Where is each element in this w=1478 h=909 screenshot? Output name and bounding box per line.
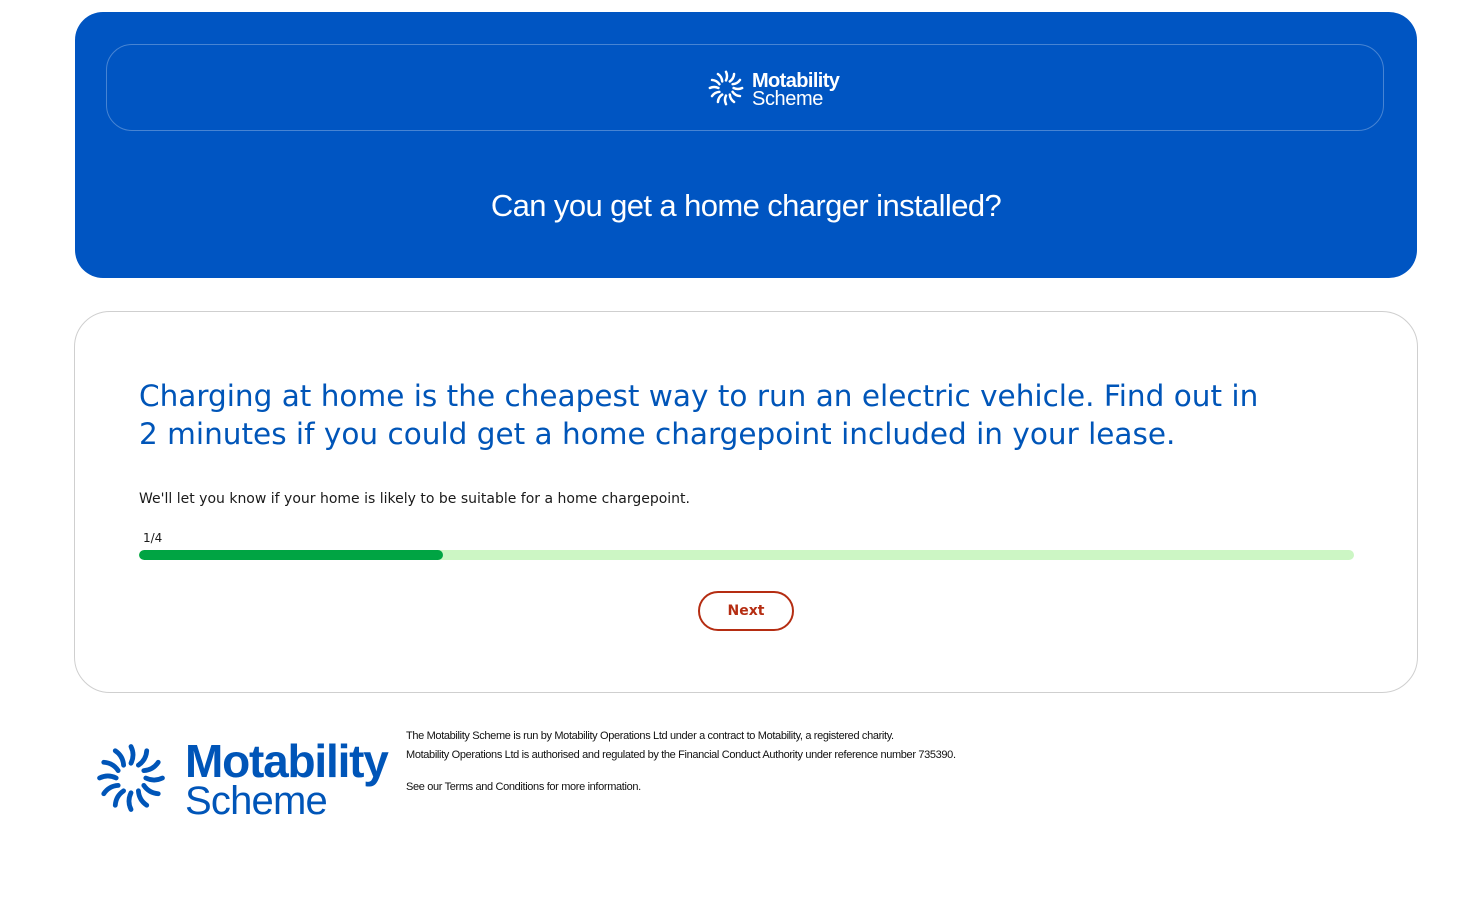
starburst-icon — [94, 741, 168, 819]
footer-logo-wordmark: Motability Scheme — [185, 735, 389, 823]
legal-line-3-suffix: for more information. — [546, 781, 641, 793]
logo-name-line2: Scheme — [752, 88, 823, 110]
hero-banner: Motability Scheme Can you get a home cha… — [75, 12, 1417, 278]
footer-legal: The Motability Scheme is run by Motabili… — [406, 727, 956, 797]
legal-line-1: The Motability Scheme is run by Motabili… — [406, 730, 894, 742]
footer-logo-line1: Motability — [185, 735, 389, 787]
footer-logo[interactable]: Motability Scheme — [94, 735, 389, 823]
footer-logo-line2: Scheme — [185, 779, 328, 823]
header-logo-bar: Motability Scheme — [106, 44, 1384, 131]
progress-bar-fill — [139, 550, 443, 560]
next-button[interactable]: Next — [698, 591, 794, 631]
question-card: Charging at home is the cheapest way to … — [74, 311, 1418, 693]
header-logo[interactable]: Motability Scheme — [707, 69, 840, 111]
progress-bar — [139, 550, 1354, 560]
card-subtext: We'll let you know if your home is likel… — [139, 491, 690, 507]
legal-line-3-prefix: See our — [406, 781, 443, 793]
header-logo-wordmark: Motability Scheme — [752, 71, 840, 110]
card-heading: Charging at home is the cheapest way to … — [139, 379, 1259, 451]
progress-label: 1/4 — [143, 531, 163, 545]
page-title: Can you get a home charger installed? — [490, 188, 1002, 223]
legal-line-2: Motability Operations Ltd is authorised … — [406, 749, 956, 761]
starburst-icon — [707, 69, 745, 111]
legal-line-3: See our Terms and Conditions for more in… — [406, 778, 956, 797]
terms-link[interactable]: Terms and Conditions — [445, 781, 545, 793]
